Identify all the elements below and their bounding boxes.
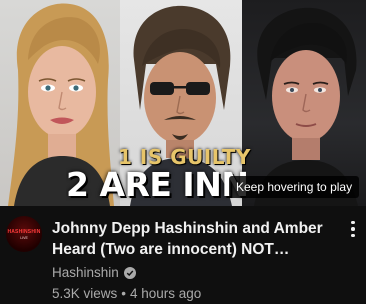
- thumbnail-overlay-innocent-text: 2 ARE INNOCENT: [66, 165, 246, 204]
- channel-name-row: Hashinshin: [52, 265, 136, 280]
- avatar-logo-subtext: LIVE: [20, 236, 28, 240]
- avatar-logo-text: HASHINSHIN: [7, 229, 41, 235]
- keep-hovering-tooltip: Keep hovering to play: [229, 176, 360, 198]
- channel-avatar[interactable]: HASHINSHIN LIVE: [6, 216, 42, 252]
- video-title[interactable]: Johnny Depp Hashinshin and Amber Heard (…: [52, 218, 337, 260]
- metadata-separator: •: [121, 286, 127, 301]
- more-vert-icon-dot: [351, 233, 355, 238]
- video-metadata: 5.3K views • 4 hours ago: [52, 286, 201, 301]
- channel-name-link[interactable]: Hashinshin: [52, 265, 119, 280]
- video-thumbnail[interactable]: 1 IS GUILTY 2 ARE INNOCENT Keep hovering…: [0, 0, 366, 206]
- upload-age: 4 hours ago: [130, 286, 202, 301]
- more-vert-icon: [351, 220, 355, 225]
- verified-check-icon: [123, 266, 136, 279]
- more-actions-button[interactable]: [346, 218, 360, 240]
- view-count: 5.3K views: [52, 286, 118, 301]
- more-vert-icon-dot: [351, 227, 355, 231]
